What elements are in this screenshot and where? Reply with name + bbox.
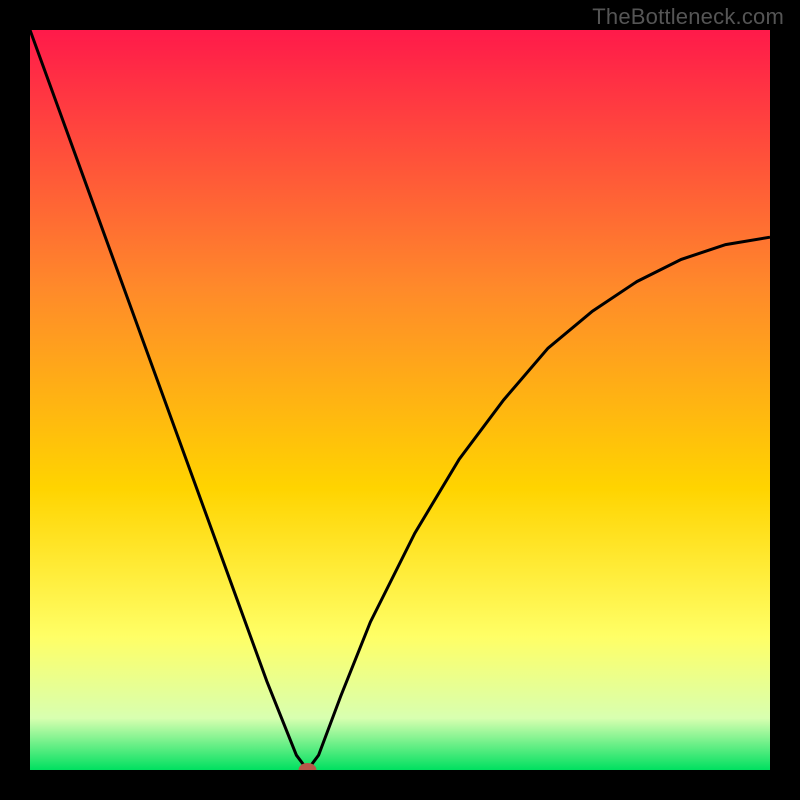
plot-background xyxy=(30,30,770,770)
chart-container: TheBottleneck.com xyxy=(0,0,800,800)
watermark-text: TheBottleneck.com xyxy=(592,4,784,30)
bottleneck-chart xyxy=(0,0,800,800)
